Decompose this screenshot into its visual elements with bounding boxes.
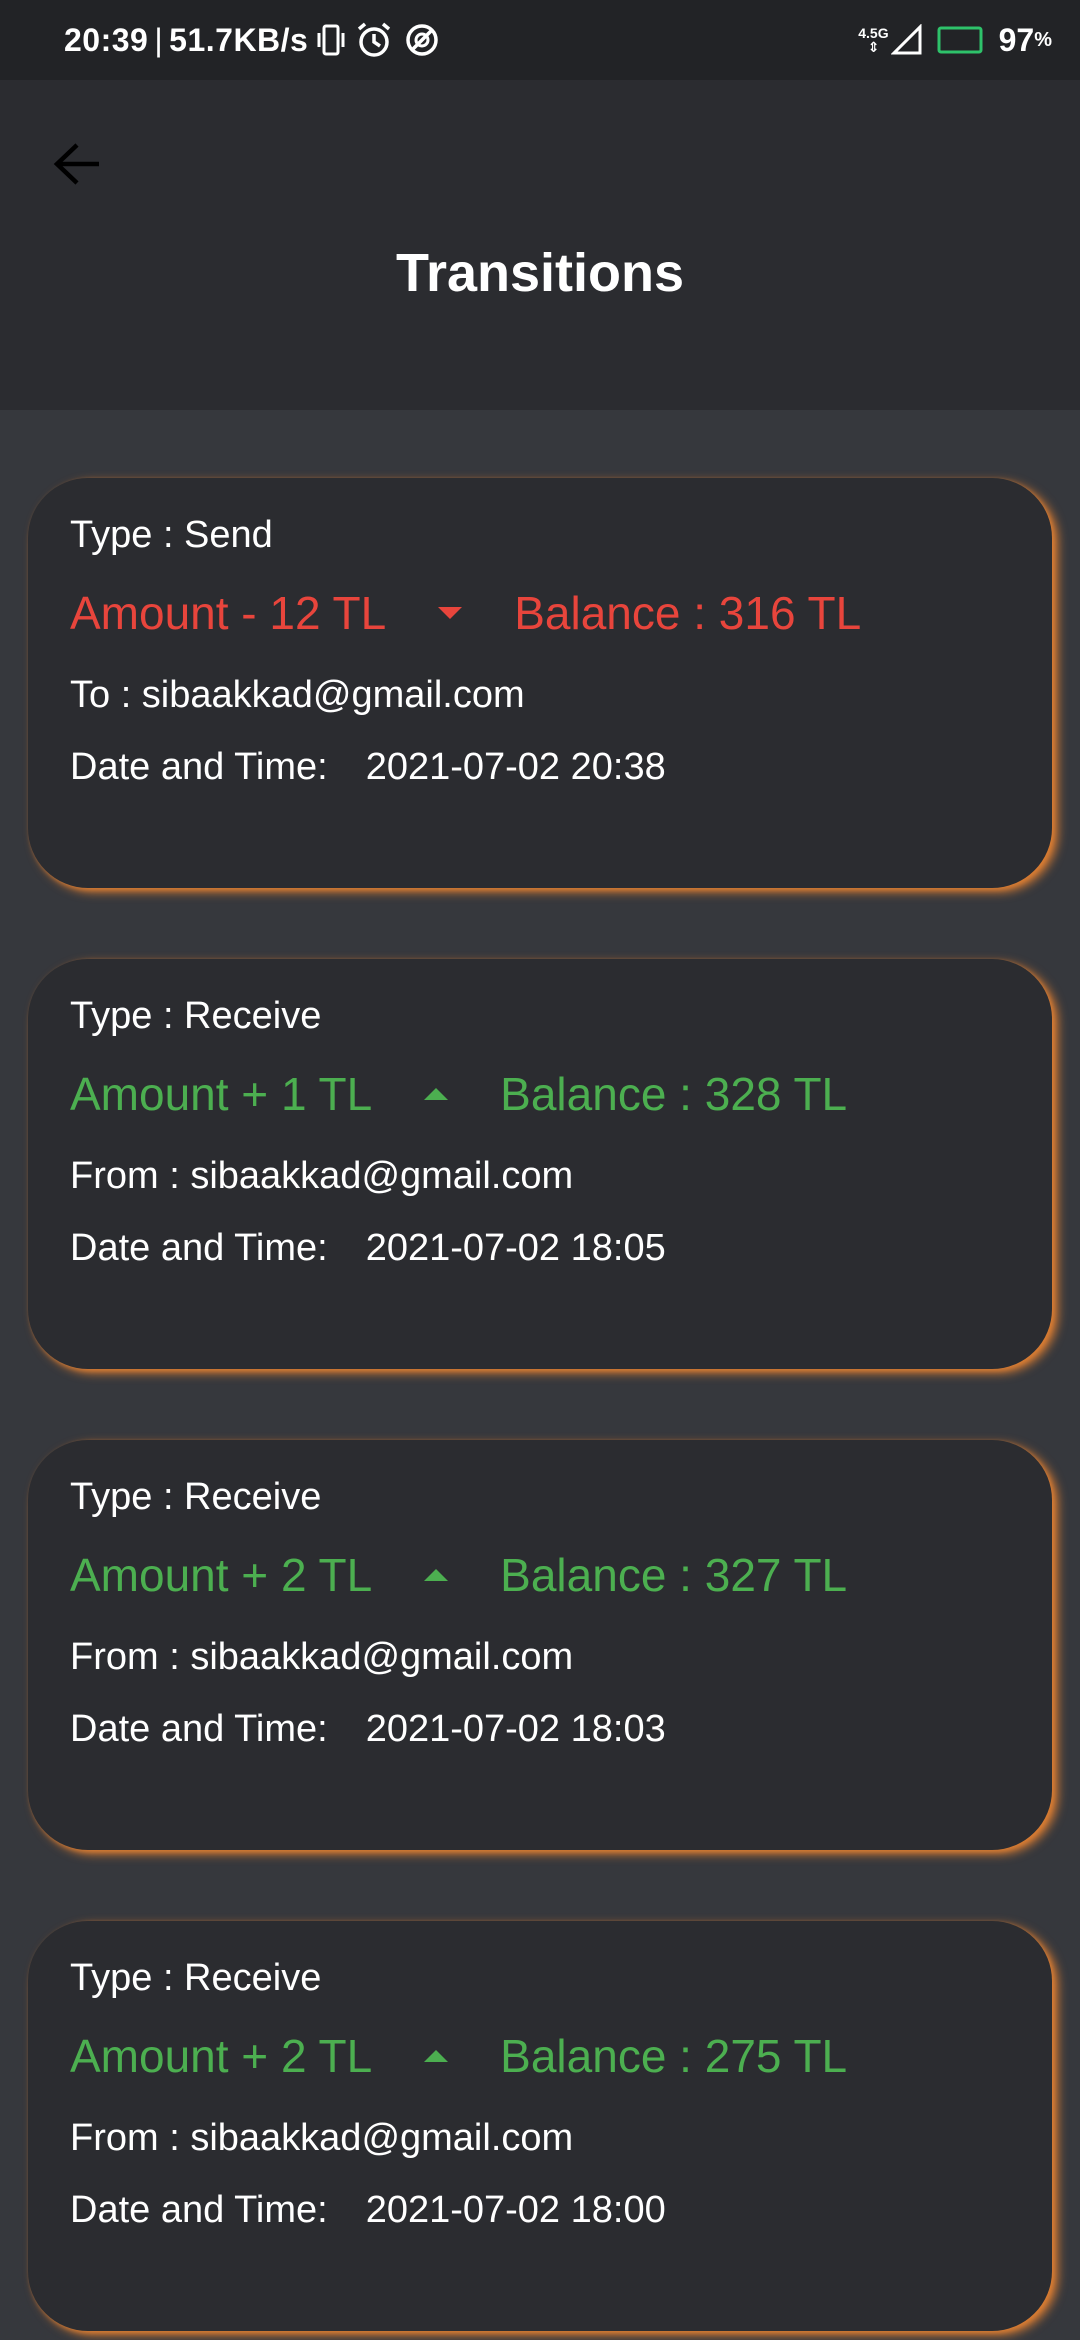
date-value: 2021-07-02 18:00 — [365, 2189, 666, 2231]
date-row: Date and Time: 2021-07-02 18:03 — [70, 1708, 666, 1751]
alarm-icon — [354, 20, 394, 60]
status-right: 4.5G ⇕ 97 % — [858, 0, 1052, 80]
arrow-up-icon — [420, 1567, 452, 1583]
battery-unit: % — [1034, 28, 1052, 51]
vibrate-icon — [316, 23, 346, 57]
transaction-party: To : sibaakkad@gmail.com — [70, 674, 525, 716]
signal-icon — [890, 24, 923, 56]
date-row: Date and Time: 2021-07-02 20:38 — [70, 746, 666, 789]
transaction-card[interactable]: Type : Send Amount - 12 TL Balance : 316… — [28, 478, 1052, 888]
data-arrows-icon: ⇕ — [867, 39, 880, 55]
transaction-balance: Balance : 316 TL — [514, 587, 862, 639]
date-label: Date and Time: — [70, 1227, 328, 1269]
arrow-down-icon — [434, 605, 466, 621]
transaction-balance: Balance : 275 TL — [500, 2030, 848, 2082]
do-not-disturb-icon — [402, 20, 442, 60]
amount-row: Amount - 12 TL Balance : 316 TL — [70, 586, 861, 640]
transaction-balance: Balance : 328 TL — [500, 1068, 848, 1120]
transaction-balance: Balance : 327 TL — [500, 1549, 848, 1601]
date-row: Date and Time: 2021-07-02 18:05 — [70, 1227, 666, 1270]
page-title: Transitions — [395, 243, 685, 303]
transactions-list[interactable]: Type : Send Amount - 12 TL Balance : 316… — [0, 410, 1080, 2340]
transaction-card[interactable]: Type : Receive Amount + 2 TL Balance : 2… — [28, 1921, 1052, 2331]
transaction-type: Type : Receive — [70, 1476, 322, 1518]
battery-icon — [937, 25, 985, 55]
transaction-type: Type : Receive — [70, 995, 322, 1037]
arrow-up-icon — [420, 2048, 452, 2064]
transaction-amount: Amount + 2 TL — [70, 1549, 373, 1601]
status-left: 20:39 | 51.7KB/s — [64, 0, 442, 80]
network-type: 4.5G — [858, 25, 889, 41]
amount-row: Amount + 2 TL Balance : 327 TL — [70, 1548, 847, 1602]
arrow-back-icon — [53, 143, 99, 185]
status-time: 20:39 — [64, 21, 149, 58]
date-row: Date and Time: 2021-07-02 18:00 — [70, 2189, 666, 2232]
battery-percent: 97 — [998, 21, 1035, 58]
date-label: Date and Time: — [70, 1708, 328, 1750]
transaction-card[interactable]: Type : Receive Amount + 2 TL Balance : 3… — [28, 1440, 1052, 1850]
date-value: 2021-07-02 20:38 — [365, 746, 666, 788]
transaction-party: From : sibaakkad@gmail.com — [70, 2117, 574, 2159]
transaction-type: Type : Receive — [70, 1957, 322, 1999]
date-value: 2021-07-02 18:05 — [365, 1227, 666, 1269]
amount-row: Amount + 1 TL Balance : 328 TL — [70, 1067, 847, 1121]
transaction-party: From : sibaakkad@gmail.com — [70, 1636, 574, 1678]
date-value: 2021-07-02 18:03 — [365, 1708, 666, 1750]
transaction-type: Type : Send — [70, 514, 273, 556]
status-separator: | — [154, 21, 164, 58]
status-bar: 20:39 | 51.7KB/s 4.5G ⇕ 97 % — [0, 0, 1080, 80]
date-label: Date and Time: — [70, 2189, 328, 2231]
status-speed: 51.7KB/s — [169, 21, 309, 58]
transaction-amount: Amount - 12 TL — [70, 587, 387, 639]
arrow-up-icon — [420, 1086, 452, 1102]
network-indicator: 4.5G ⇕ — [858, 26, 888, 54]
transaction-card[interactable]: Type : Receive Amount + 1 TL Balance : 3… — [28, 959, 1052, 1369]
date-label: Date and Time: — [70, 746, 328, 788]
app-bar: Transitions — [0, 80, 1080, 410]
transaction-party: From : sibaakkad@gmail.com — [70, 1155, 574, 1197]
transaction-amount: Amount + 2 TL — [70, 2030, 373, 2082]
back-button[interactable] — [46, 132, 110, 196]
transaction-amount: Amount + 1 TL — [70, 1068, 373, 1120]
amount-row: Amount + 2 TL Balance : 275 TL — [70, 2029, 847, 2083]
